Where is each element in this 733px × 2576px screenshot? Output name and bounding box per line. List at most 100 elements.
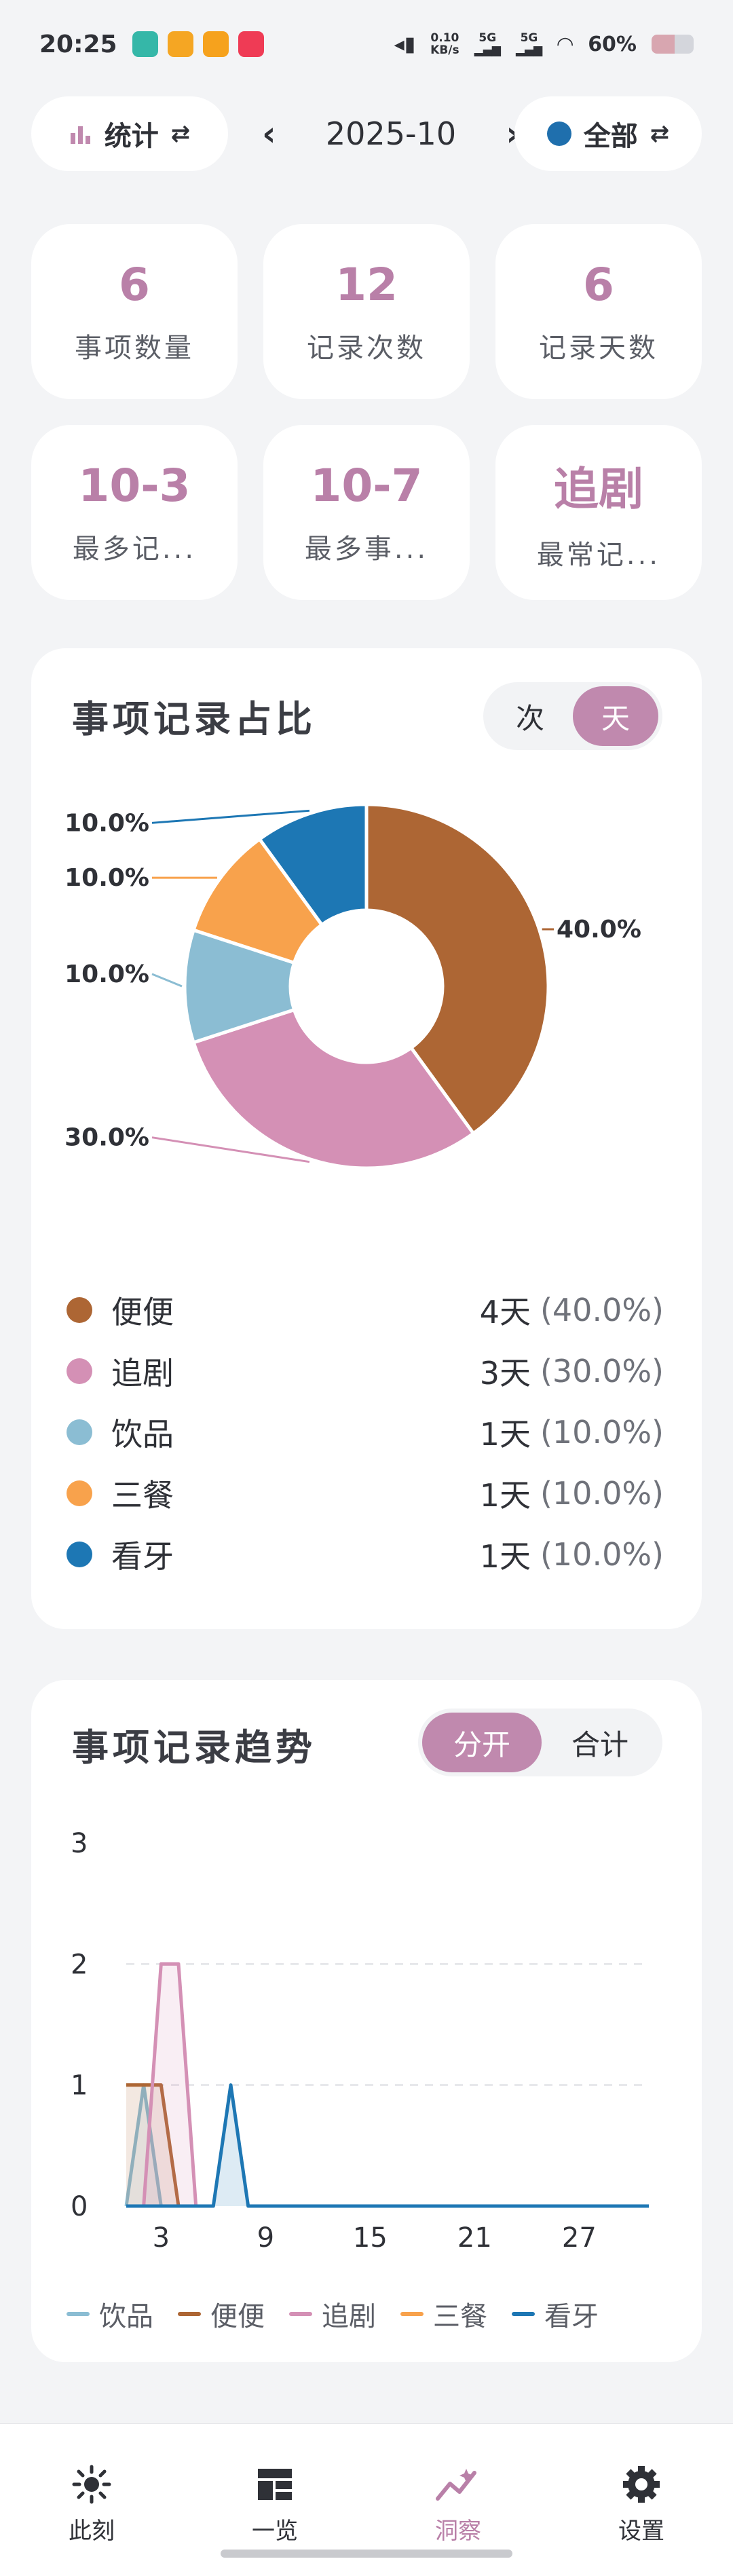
trend-legend-item: 饮品 (67, 2294, 153, 2334)
share-card-title: 事项记录占比 (72, 698, 316, 741)
stat-value: 6 (119, 258, 150, 311)
toggle-split[interactable]: 分开 (422, 1713, 542, 1772)
x-tick-label: 9 (257, 2222, 274, 2254)
pie-label: 10.0% (64, 864, 149, 892)
nav-item-settings[interactable]: 设置 (590, 2465, 692, 2545)
legend-pct: (10.0%) (540, 1475, 664, 1512)
filter-color-dot (546, 122, 571, 146)
status-bar: 20:25 ◂▮ 0.10 KB/s 5G ▂▄▆ 5G ▂▄▆ ◠ 60% (0, 0, 733, 88)
stats-mode-button[interactable]: 统计 ⇄ (31, 96, 228, 171)
y-tick-label: 1 (71, 2070, 88, 2102)
bar-chart-icon (70, 126, 90, 144)
legend-pct: (10.0%) (540, 1536, 664, 1573)
x-tick-label: 21 (457, 2222, 492, 2254)
legend-name: 便便 (111, 1294, 174, 1330)
legend-label: 三餐 (433, 2301, 487, 2332)
stat-label: 记录次数 (307, 332, 426, 364)
legend-swatch (289, 2312, 312, 2316)
trend-legend-item: 看牙 (512, 2294, 599, 2334)
filter-label: 全部 (583, 121, 638, 152)
nav-item-now[interactable]: 此刻 (41, 2465, 143, 2545)
legend-pct: (10.0%) (540, 1414, 664, 1451)
legend-row: 看牙 1天 (10.0%) (67, 1524, 664, 1585)
stat-value: 6 (583, 258, 614, 311)
stat-card: 6 事项数量 (31, 224, 238, 399)
y-tick-label: 3 (71, 1829, 88, 1859)
share-legend: 便便 4天 (40.0%) 追剧 3天 (30.0%) 饮品 1天 (10.0%) 三餐 1天… (67, 1280, 664, 1585)
pie-label: 40.0% (557, 916, 641, 944)
gear-icon (623, 2466, 660, 2503)
legend-name: 看牙 (111, 1538, 174, 1575)
nfc-icon: ◂▮ (394, 32, 416, 56)
pie-label: 10.0% (64, 960, 149, 988)
network-speed: 0.10 KB/s (430, 31, 459, 57)
legend-row: 追剧 3天 (30.0%) (67, 1341, 664, 1402)
legend-dot (67, 1480, 92, 1506)
series-area (126, 2085, 649, 2206)
share-card: 事项记录占比 次 天 40.0% 30.0% 10.0% 10.0% 10.0% 便便 4… (31, 648, 702, 1629)
x-tick-label: 27 (562, 2222, 597, 2254)
x-tick-label: 3 (153, 2222, 170, 2254)
stat-value: 10-7 (310, 459, 423, 512)
legend-count: 4天 (479, 1294, 531, 1330)
filter-button[interactable]: 全部 ⇄ (514, 96, 702, 171)
wifi-icon: ◠ (557, 32, 574, 56)
toggle-days[interactable]: 天 (573, 686, 658, 746)
y-tick-label: 0 (71, 2191, 88, 2222)
x-tick-label: 15 (353, 2222, 388, 2254)
trend-icon (436, 2469, 476, 2501)
nav-item-overview[interactable]: 一览 (224, 2465, 326, 2545)
trend-legend-item: 追剧 (289, 2294, 376, 2334)
legend-swatch (400, 2312, 424, 2316)
stats-mode-label: 统计 (104, 121, 159, 152)
stat-card: 12 记录次数 (263, 224, 470, 399)
legend-swatch (512, 2312, 535, 2316)
trend-line-chart: 0 1 2 3 3 9 15 21 27 (71, 1829, 649, 2254)
trend-legend-item: 三餐 (400, 2294, 487, 2334)
legend-row: 饮品 1天 (10.0%) (67, 1402, 664, 1463)
nav-label: 此刻 (69, 2518, 115, 2545)
legend-swatch (178, 2312, 201, 2316)
legend-count: 1天 (479, 1477, 531, 1514)
donut-chart: 40.0% 30.0% 10.0% 10.0% 10.0% (64, 802, 641, 1170)
legend-label: 看牙 (544, 2301, 599, 2332)
app-notification-icon (202, 31, 229, 57)
pie-leader-line (151, 973, 183, 988)
legend-row: 三餐 1天 (10.0%) (67, 1463, 664, 1524)
app-notification-icon (238, 31, 264, 57)
stat-value: 追剧 (554, 463, 643, 515)
signal-icon: 5G ▂▄▆ (515, 31, 543, 57)
nav-label: 一览 (252, 2518, 298, 2545)
pie-label: 30.0% (64, 1124, 149, 1152)
legend-count: 1天 (479, 1416, 531, 1453)
y-tick-label: 2 (71, 1949, 88, 1980)
legend-swatch (67, 2312, 90, 2316)
stat-card[interactable]: 10-7 最多事... (263, 425, 470, 600)
home-indicator (221, 2550, 512, 2558)
stat-label: 最常记... (536, 540, 661, 571)
sun-icon (72, 2465, 111, 2504)
legend-dot (67, 1542, 92, 1567)
stat-value: 12 (335, 258, 398, 311)
current-month: 2025-10 (325, 115, 457, 152)
app-notification-icon (167, 31, 193, 57)
nav-item-insight[interactable]: 洞察 (407, 2465, 509, 2545)
trend-legend: 饮品 便便 追剧 三餐 看牙 (67, 2294, 599, 2334)
stat-card: 6 记录天数 (495, 224, 702, 399)
stat-value: 10-3 (78, 459, 191, 512)
toggle-count[interactable]: 次 (487, 686, 573, 746)
legend-row: 便便 4天 (40.0%) (67, 1280, 664, 1341)
stat-card[interactable]: 10-3 最多记... (31, 425, 238, 600)
stat-card[interactable]: 追剧最常记... (495, 425, 702, 600)
signal-icon: 5G ▂▄▆ (474, 31, 501, 57)
stat-label: 最多记... (72, 533, 197, 565)
prev-month-button[interactable]: ‹ (262, 114, 276, 153)
trend-toggle: 分开 合计 (418, 1709, 662, 1776)
toggle-total[interactable]: 合计 (542, 1713, 658, 1772)
swap-icon: ⇄ (650, 120, 670, 147)
trend-legend-item: 便便 (178, 2294, 265, 2334)
stat-label: 事项数量 (75, 332, 194, 364)
nav-label: 设置 (618, 2518, 664, 2545)
battery-icon (652, 35, 694, 54)
stats-grid: 6 事项数量 12 记录次数 6 记录天数 10-3 最多记... 10-7 最多事...… (31, 224, 702, 600)
